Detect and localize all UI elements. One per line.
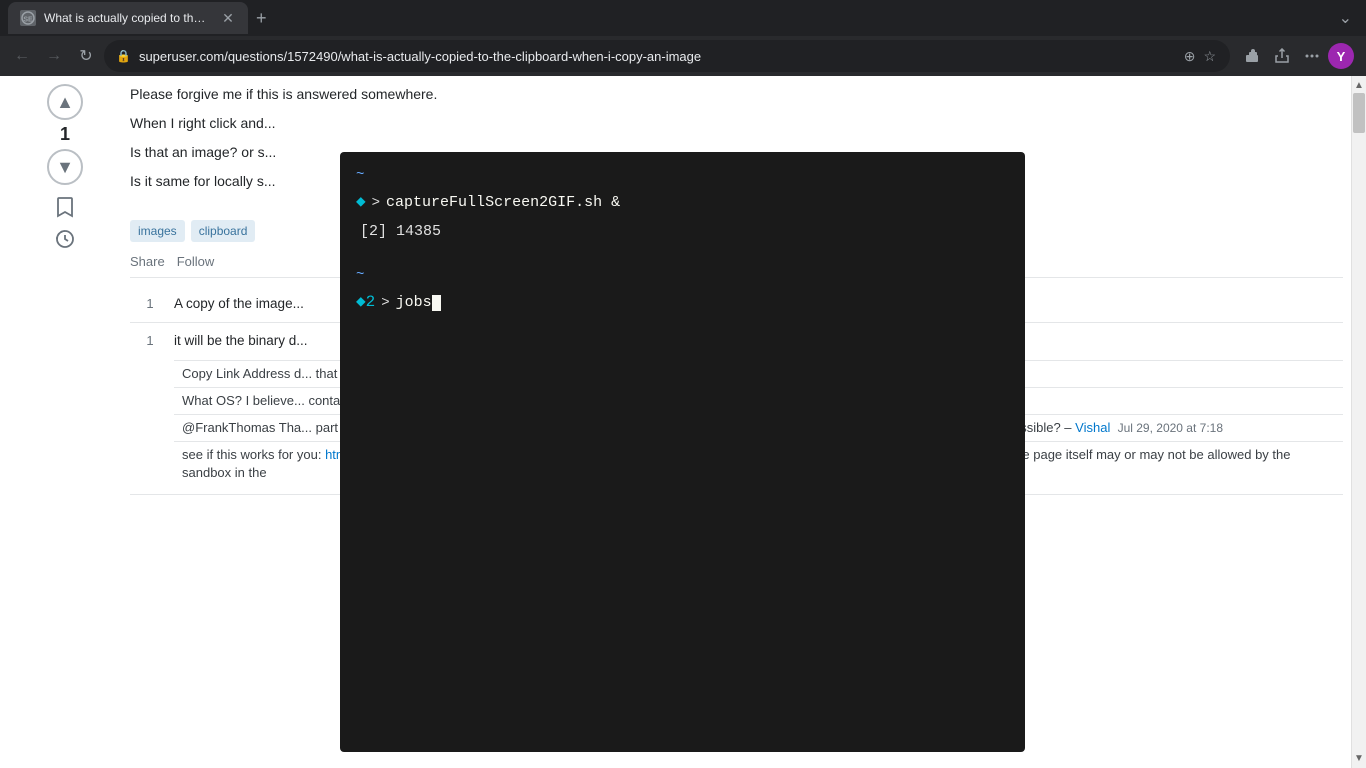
share-browser-button[interactable] (1268, 42, 1296, 70)
svg-text:SE: SE (23, 17, 33, 24)
terminal-prompt-1: ◆ > captureFullScreen2GIF.sh & (356, 190, 1009, 216)
answer-vote-1: 1 (130, 294, 170, 314)
scrollbar-track[interactable] (1352, 93, 1366, 751)
vote-up-button[interactable]: ▲ (47, 84, 83, 120)
profile-button[interactable]: Y (1328, 43, 1354, 69)
back-button[interactable]: ← (8, 42, 36, 70)
translate-icon[interactable]: ⊕ (1182, 46, 1198, 67)
extensions-button[interactable] (1238, 42, 1266, 70)
tag-clipboard[interactable]: clipboard (191, 220, 256, 242)
terminal-content: ~ ◆ > captureFullScreen2GIF.sh & [2] 143… (340, 152, 1025, 332)
comment-date-3: Jul 29, 2020 at 7:18 (1118, 421, 1223, 435)
prompt-cmd-2: jobs (396, 291, 441, 315)
prompt-arrow-1: > (372, 192, 380, 214)
address-bar[interactable]: 🔒 superuser.com/questions/1572490/what-i… (104, 40, 1230, 72)
scrollbar-thumb[interactable] (1353, 93, 1365, 133)
bookmark-star-icon[interactable]: ☆ (1201, 46, 1218, 67)
bookmark-button[interactable] (51, 193, 79, 221)
tab-close-button[interactable]: ✕ (220, 10, 236, 26)
browser-chrome: SE What is actually copied to the c... ✕… (0, 0, 1366, 76)
prompt-cmd-1: captureFullScreen2GIF.sh & (386, 191, 620, 215)
tag-images[interactable]: images (130, 220, 185, 242)
prompt-arrow-2: > (381, 292, 389, 314)
answer-vote-count-2: 1 (146, 333, 153, 348)
scroll-down-arrow[interactable]: ▼ (1352, 751, 1366, 766)
lock-icon: 🔒 (116, 49, 131, 63)
terminal-output-1: [2] 14385 (356, 220, 1009, 244)
browser-right-controls: Y (1234, 42, 1358, 70)
follow-link[interactable]: Follow (177, 254, 215, 269)
address-text: superuser.com/questions/1572490/what-is-… (139, 49, 1174, 64)
tab-favicon: SE (20, 10, 36, 26)
question-text-1: Please forgive me if this is answered so… (130, 84, 1343, 105)
address-right-icons: ⊕ ☆ (1182, 46, 1218, 67)
prompt-diamond-1: ◆ (356, 190, 366, 216)
comment-author-3[interactable]: Vishal (1075, 420, 1110, 435)
tab-right-controls: ⌄ (1333, 4, 1358, 32)
answer-vote-count-1: 1 (146, 296, 153, 311)
settings-button[interactable] (1298, 42, 1326, 70)
forward-button[interactable]: → (40, 42, 68, 70)
answer-vote-2: 1 (130, 331, 170, 486)
scroll-up-arrow[interactable]: ▲ (1352, 78, 1366, 93)
terminal-tilde-2: ~ (356, 264, 1009, 286)
vote-down-button[interactable]: ▼ (47, 149, 83, 185)
reload-button[interactable]: ↻ (72, 42, 100, 70)
active-tab[interactable]: SE What is actually copied to the c... ✕ (8, 2, 248, 34)
history-button[interactable] (51, 225, 79, 253)
terminal-tilde-1: ~ (356, 164, 1009, 186)
vote-count: 1 (60, 124, 70, 145)
share-link[interactable]: Share (130, 254, 165, 269)
terminal-window: ~ ◆ > captureFullScreen2GIF.sh & [2] 143… (340, 152, 1025, 752)
browser-scrollbar[interactable]: ▲ ▼ (1351, 76, 1366, 768)
terminal-prompt-2: ◆2 > jobs (356, 290, 1009, 316)
terminal-cursor (432, 295, 441, 311)
vote-sidebar: ▲ 1 ▼ (0, 76, 130, 768)
tab-bar: SE What is actually copied to the c... ✕… (0, 0, 1366, 36)
tab-title: What is actually copied to the c... (44, 11, 212, 25)
new-tab-button[interactable]: + (248, 4, 275, 33)
prompt-num-1: ◆2 (356, 290, 375, 316)
question-text-2: When I right click and... (130, 113, 1343, 134)
address-bar-row: ← → ↻ 🔒 superuser.com/questions/1572490/… (0, 36, 1366, 76)
tab-menu-button[interactable]: ⌄ (1333, 4, 1358, 32)
